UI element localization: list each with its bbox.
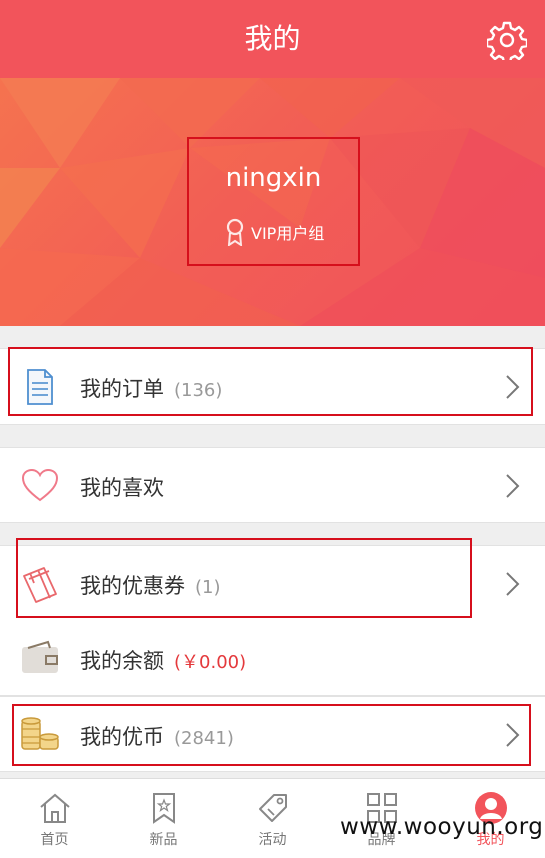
tab-activity[interactable]: 活动	[218, 779, 327, 858]
watermark-text: www.wooyun.org	[340, 814, 544, 840]
home-icon	[40, 793, 70, 823]
tab-label: 新品	[149, 832, 178, 848]
tab-new[interactable]: 新品	[109, 779, 218, 858]
balance-amount: (￥0.00)	[174, 652, 247, 673]
balance-label: 我的余额	[80, 649, 164, 673]
chevron-right-icon	[506, 572, 520, 596]
heart-icon	[21, 468, 59, 502]
tab-home[interactable]: 首页	[0, 779, 109, 858]
app-root: 我的 ningxin VIP用户组 我的订单 (136) 我的喜欢 我的优惠券 …	[0, 0, 545, 858]
chevron-right-icon	[506, 474, 520, 498]
menu-label: 我的余额 (￥0.00)	[80, 645, 246, 675]
highlight-box-coupons	[16, 538, 472, 618]
username: ningxin	[225, 163, 322, 193]
wallet-icon	[22, 640, 58, 673]
top-bar: 我的	[0, 0, 545, 78]
menu-item-likes[interactable]: 我的喜欢	[0, 447, 545, 523]
page-title: 我的	[244, 22, 301, 55]
member-group-label: VIP用户组	[251, 224, 325, 243]
bookmark-icon	[153, 793, 175, 824]
profile-card[interactable]: ningxin VIP用户组	[187, 137, 360, 266]
member-group: VIP用户组	[225, 217, 324, 247]
tab-label: 活动	[258, 832, 287, 848]
highlight-box-coins	[12, 704, 531, 766]
tab-label: 首页	[40, 832, 69, 848]
tag-icon	[259, 794, 287, 822]
highlight-box-orders	[8, 347, 533, 416]
gear-icon[interactable]	[487, 20, 527, 60]
likes-label: 我的喜欢	[80, 476, 164, 500]
profile-banner: ningxin VIP用户组	[0, 78, 545, 326]
menu-item-balance[interactable]: 我的余额 (￥0.00)	[0, 621, 545, 696]
medal-icon	[226, 218, 244, 246]
